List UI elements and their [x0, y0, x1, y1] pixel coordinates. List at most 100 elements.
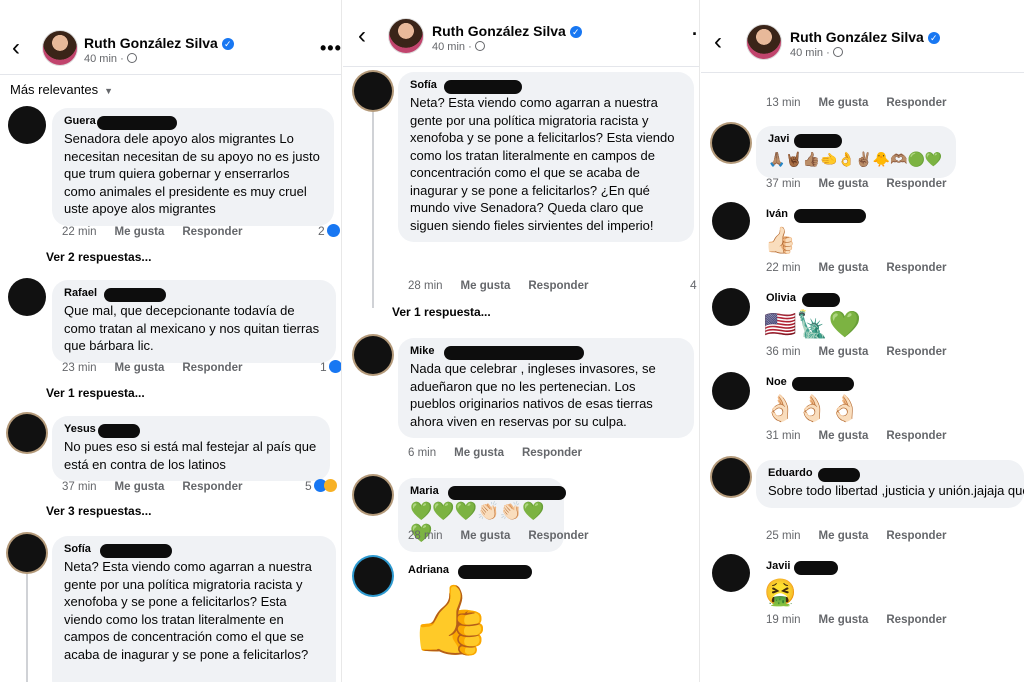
more-options-icon[interactable]: ·	[692, 24, 699, 45]
comment-actions: 28 min Me gusta Responder	[408, 280, 606, 292]
post-time: 40 min ·	[84, 53, 137, 65]
like-button[interactable]: Me gusta	[461, 280, 511, 292]
commenter-avatar[interactable]	[712, 458, 750, 496]
reply-button[interactable]: Responder	[886, 178, 946, 190]
globe-icon	[126, 53, 137, 63]
reply-button[interactable]: Responder	[886, 262, 946, 274]
comment-bubble: Mike Nada que celebrar , ingleses invaso…	[398, 338, 694, 438]
comment-author-text: Noe	[766, 376, 787, 388]
comment-time: 22 min	[766, 262, 801, 274]
commenter-avatar[interactable]	[8, 106, 46, 144]
reaction-count[interactable]: 4	[690, 278, 697, 292]
redaction-mark	[104, 288, 166, 302]
reply-button[interactable]: Responder	[886, 97, 946, 109]
like-reaction-icon	[326, 224, 340, 237]
commenter-avatar[interactable]	[712, 372, 750, 410]
commenter-avatar[interactable]	[354, 336, 392, 374]
reply-button[interactable]: Responder	[886, 614, 946, 626]
commenter-avatar[interactable]	[712, 554, 750, 592]
comment-author[interactable]: Mike	[410, 345, 682, 360]
author-avatar[interactable]	[746, 24, 782, 60]
like-button[interactable]: Me gusta	[819, 530, 869, 542]
sort-label: Más relevantes	[10, 82, 99, 97]
comment-text: Neta? Esta viendo como agarran a nuestra…	[64, 559, 312, 662]
comment-author[interactable]: Maria	[410, 485, 566, 500]
redaction-mark	[794, 134, 842, 148]
panel-divider	[699, 0, 701, 682]
like-button[interactable]: Me gusta	[819, 97, 869, 109]
comment-emojis: 🇺🇸🗽💚	[764, 309, 862, 339]
commenter-avatar[interactable]	[712, 288, 750, 326]
chevron-down-icon: ▼	[104, 86, 114, 96]
post-author-name[interactable]: Ruth González Silva ✓	[432, 23, 582, 39]
comment-author[interactable]: Rafael	[64, 287, 324, 302]
comment-author[interactable]: Guera	[64, 115, 322, 130]
back-arrow-icon[interactable]: ‹	[12, 36, 20, 60]
commenter-avatar[interactable]	[354, 72, 392, 110]
commenter-avatar[interactable]	[8, 414, 46, 452]
comment-author[interactable]: Noe	[766, 376, 1006, 391]
comment-author[interactable]: Javii	[766, 560, 1006, 575]
comment-author[interactable]: Sofía	[410, 79, 682, 94]
commenter-avatar[interactable]	[712, 202, 750, 240]
reply-button[interactable]: Responder	[886, 430, 946, 442]
post-time-text: 40 min	[790, 47, 824, 59]
commenter-avatar[interactable]	[8, 534, 46, 572]
reply-button[interactable]: Responder	[182, 362, 242, 374]
verified-badge-icon: ✓	[927, 32, 940, 44]
like-button[interactable]: Me gusta	[454, 447, 504, 459]
view-replies-link[interactable]: Ver 1 respuesta...	[46, 386, 145, 400]
view-replies-link[interactable]: Ver 3 respuestas...	[46, 504, 151, 518]
commenter-avatar[interactable]	[354, 557, 392, 595]
comment-author[interactable]: Iván	[766, 208, 1006, 223]
reaction-count[interactable]: 2	[318, 224, 340, 238]
comment-author[interactable]: Sofía	[64, 543, 324, 558]
reply-button[interactable]: Responder	[182, 481, 242, 493]
reply-button[interactable]: Responder	[886, 530, 946, 542]
like-button[interactable]: Me gusta	[819, 614, 869, 626]
sort-dropdown[interactable]: Más relevantes ▼	[10, 82, 113, 97]
thread-line	[26, 572, 28, 682]
post-time: 40 min ·	[432, 41, 485, 53]
like-button[interactable]: Me gusta	[115, 226, 165, 238]
reply-button[interactable]: Responder	[522, 447, 582, 459]
like-button[interactable]: Me gusta	[819, 178, 869, 190]
view-replies-link[interactable]: Ver 1 respuesta...	[392, 305, 491, 319]
back-arrow-icon[interactable]: ‹	[714, 30, 722, 54]
reply-button[interactable]: Responder	[182, 226, 242, 238]
post-author-name[interactable]: Ruth González Silva ✓	[790, 29, 940, 45]
reply-button[interactable]: Responder	[528, 280, 588, 292]
comment-time: 19 min	[766, 614, 801, 626]
divider	[342, 66, 700, 67]
view-replies-link[interactable]: Ver 2 respuestas...	[46, 250, 151, 264]
reply-button[interactable]: Responder	[528, 530, 588, 542]
comment-bubble: Eduardo Sobre todo libertad ,justicia y …	[756, 460, 1024, 508]
comment-emojis: 🤮	[764, 577, 797, 607]
commenter-avatar[interactable]	[8, 278, 46, 316]
comment-author-text: Eduardo	[768, 467, 813, 479]
like-button[interactable]: Me gusta	[461, 530, 511, 542]
more-options-icon[interactable]: •••	[320, 38, 342, 59]
like-button[interactable]: Me gusta	[819, 430, 869, 442]
comment-author[interactable]: Javi	[768, 133, 944, 148]
back-arrow-icon[interactable]: ‹	[358, 24, 366, 48]
author-avatar[interactable]	[42, 30, 78, 66]
like-button[interactable]: Me gusta	[115, 481, 165, 493]
reaction-count[interactable]: 5	[305, 479, 337, 493]
comment-text: Que mal, que decepcionante todavía de co…	[64, 303, 320, 353]
comment-time: 37 min	[766, 178, 801, 190]
post-author-name[interactable]: Ruth González Silva ✓	[84, 35, 234, 51]
commenter-avatar[interactable]	[712, 124, 750, 162]
comment-author[interactable]: Yesus	[64, 423, 318, 438]
reaction-count[interactable]: 1	[320, 360, 342, 374]
author-avatar[interactable]	[388, 18, 424, 54]
post-header: ‹ Ruth González Silva ✓ 40 min · •••	[0, 0, 342, 72]
like-button[interactable]: Me gusta	[819, 346, 869, 358]
like-button[interactable]: Me gusta	[115, 362, 165, 374]
comment-author[interactable]: Adriana	[408, 560, 532, 579]
comment-author[interactable]: Eduardo	[768, 467, 1012, 482]
like-button[interactable]: Me gusta	[819, 262, 869, 274]
commenter-avatar[interactable]	[354, 476, 392, 514]
reply-button[interactable]: Responder	[886, 346, 946, 358]
comment-author[interactable]: Olivia	[766, 292, 1006, 307]
